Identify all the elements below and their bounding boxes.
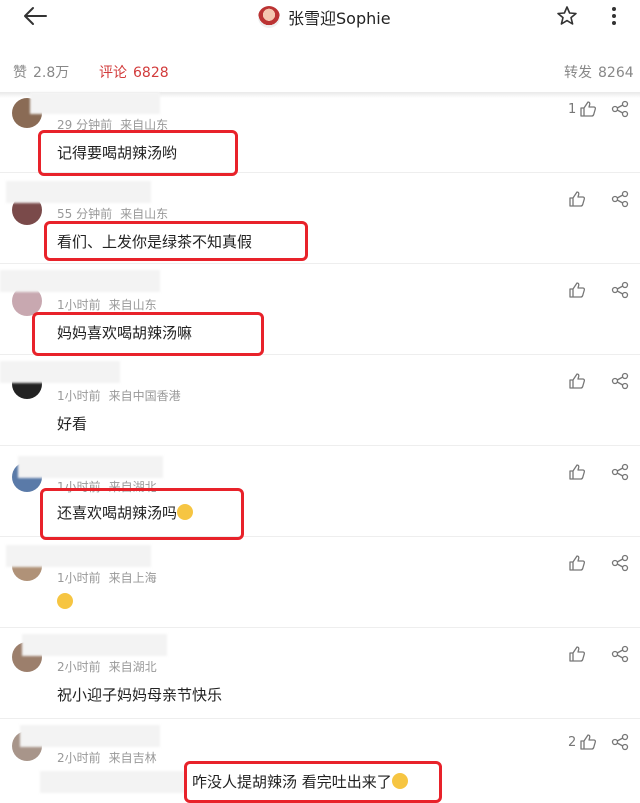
comment-item[interactable]: 1小时前 来自山东 妈妈喜欢喝胡辣汤嘛 — [0, 264, 640, 356]
comment-time: 1小时前 — [57, 389, 101, 403]
thumbs-up-icon — [569, 282, 586, 298]
thumbs-up-icon — [569, 646, 586, 662]
like-button[interactable] — [568, 554, 586, 572]
share-icon[interactable] — [611, 554, 629, 572]
share-icon[interactable] — [611, 372, 629, 390]
comment-meta: 1小时前 来自上海 — [57, 569, 157, 586]
username-blurred[interactable] — [20, 725, 160, 747]
like-button[interactable]: 1 — [568, 100, 597, 118]
comment-time: 2小时前 — [57, 751, 101, 765]
comment-meta: 2小时前 来自湖北 — [57, 658, 157, 675]
comment-location: 来自山东 — [108, 298, 157, 312]
comment-location: 来自湖北 — [108, 660, 157, 674]
comment-time: 2小时前 — [57, 660, 101, 674]
star-icon[interactable] — [555, 4, 579, 28]
likes-count: 2.8万 — [33, 65, 70, 81]
page-title: 张雪迎Sophie — [288, 9, 391, 28]
like-button[interactable] — [568, 372, 586, 390]
comment-location: 来自吉林 — [108, 751, 157, 765]
author-avatar[interactable] — [258, 6, 280, 28]
comment-item[interactable]: 55 分钟前 来自山东 看们、上发你是绿茶不知真假 — [0, 173, 640, 264]
username-blurred — [40, 771, 185, 793]
comment-item[interactable]: 29 分钟前 来自山东 记得要喝胡辣汤哟 1 — [0, 92, 640, 176]
comment-location: 来自中国香港 — [108, 389, 181, 403]
back-arrow-icon[interactable] — [20, 4, 50, 28]
top-bar: 张雪迎Sophie — [0, 0, 640, 34]
highlight-box — [38, 130, 238, 176]
like-count: 1 — [568, 101, 577, 117]
comments-label: 评论 — [99, 65, 127, 81]
highlight-box — [184, 761, 442, 803]
comment-item[interactable]: 2小时前 来自吉林 咋没人提胡辣汤 看完吐出来了 2 — [0, 719, 640, 803]
like-button[interactable] — [568, 463, 586, 481]
share-icon[interactable] — [611, 733, 629, 751]
share-icon[interactable] — [611, 100, 629, 118]
comment-time: 1小时前 — [57, 298, 101, 312]
thumbs-up-icon — [569, 464, 586, 480]
comment-text: 好看 — [57, 415, 88, 433]
highlight-box — [32, 312, 264, 356]
thinking-face-emoji-icon — [57, 593, 73, 609]
reposts-label: 转发 — [564, 65, 592, 81]
thumbs-up-icon — [569, 191, 586, 207]
post-author[interactable]: 张雪迎Sophie — [258, 4, 391, 30]
username-blurred[interactable] — [0, 270, 160, 292]
likes-label: 赞 — [13, 65, 27, 81]
username-blurred[interactable] — [22, 634, 167, 656]
thumbs-up-icon — [580, 734, 597, 750]
comment-meta: 2小时前 来自吉林 — [57, 749, 157, 766]
comment-location: 来自上海 — [108, 571, 157, 585]
share-icon[interactable] — [611, 463, 629, 481]
like-button[interactable] — [568, 190, 586, 208]
comment-time: 55 分钟前 — [57, 207, 113, 221]
comment-item[interactable]: 1小时前 来自湖北 还喜欢喝胡辣汤吗 — [0, 446, 640, 540]
like-count: 2 — [568, 734, 577, 750]
username-blurred[interactable] — [6, 545, 151, 567]
comment-meta: 55 分钟前 来自山东 — [57, 205, 168, 222]
share-icon[interactable] — [611, 281, 629, 299]
highlight-box — [40, 488, 244, 540]
like-button[interactable] — [568, 645, 586, 663]
comment-text — [57, 593, 73, 611]
reposts-tab[interactable]: 转发 8264 — [564, 62, 634, 82]
username-blurred[interactable] — [0, 361, 120, 383]
reposts-count: 8264 — [598, 65, 634, 81]
username-blurred[interactable] — [6, 181, 151, 203]
comments-count: 6828 — [133, 65, 169, 81]
comment-time: 1小时前 — [57, 571, 101, 585]
comment-meta: 1小时前 来自中国香港 — [57, 387, 181, 404]
comment-item[interactable]: 1小时前 来自中国香港 好看 — [0, 355, 640, 446]
stats-bar: 赞 2.8万 评论 6828 转发 8264 — [0, 58, 640, 84]
thumbs-up-icon — [580, 101, 597, 117]
username-blurred[interactable] — [18, 456, 163, 478]
more-vertical-icon[interactable] — [604, 4, 624, 28]
likes-tab[interactable]: 赞 2.8万 — [13, 62, 69, 82]
like-button[interactable] — [568, 281, 586, 299]
thumbs-up-icon — [569, 373, 586, 389]
comments-tab[interactable]: 评论 6828 — [99, 62, 169, 82]
share-icon[interactable] — [611, 645, 629, 663]
username-blurred[interactable] — [30, 92, 160, 114]
comment-item[interactable]: 2小时前 来自湖北 祝小迎子妈妈母亲节快乐 — [0, 628, 640, 719]
comment-location: 来自山东 — [120, 207, 169, 221]
like-button[interactable]: 2 — [568, 733, 597, 751]
highlight-box — [44, 221, 308, 261]
share-icon[interactable] — [611, 190, 629, 208]
comment-item[interactable]: 1小时前 来自上海 — [0, 537, 640, 628]
thumbs-up-icon — [569, 555, 586, 571]
comment-text: 祝小迎子妈妈母亲节快乐 — [57, 686, 223, 704]
comment-meta: 1小时前 来自山东 — [57, 296, 157, 313]
